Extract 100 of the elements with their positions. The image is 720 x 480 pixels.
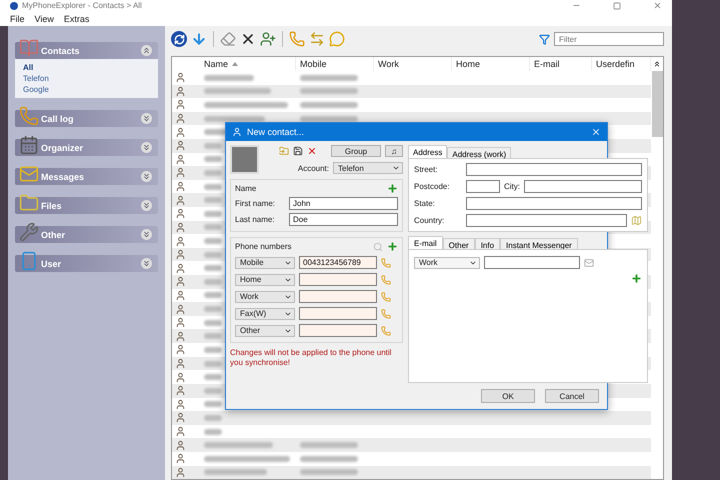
blurred-text xyxy=(204,333,222,340)
book-icon xyxy=(19,38,39,58)
map-icon[interactable] xyxy=(631,215,642,226)
address-field[interactable] xyxy=(466,180,500,193)
phone-type-dropdown[interactable]: Home xyxy=(235,274,295,286)
contact-icon xyxy=(175,154,186,165)
wrench-icon xyxy=(19,222,39,242)
phone-icon[interactable] xyxy=(381,326,391,336)
expand-icon[interactable] xyxy=(141,171,152,182)
blurred-text xyxy=(204,360,222,366)
filter-icon xyxy=(539,34,550,44)
save-icon[interactable] xyxy=(293,146,303,156)
add-icon[interactable] xyxy=(387,183,398,194)
contact-icon xyxy=(175,317,186,328)
envelope-icon[interactable] xyxy=(584,258,594,268)
close-icon[interactable] xyxy=(653,1,662,10)
field-label: Country: xyxy=(414,216,446,225)
address-field[interactable] xyxy=(466,163,642,176)
contact-icon xyxy=(175,385,186,396)
collapse-icon[interactable] xyxy=(141,45,152,56)
contact-icon xyxy=(175,440,186,451)
sync-icon[interactable] xyxy=(309,31,325,47)
blurred-text xyxy=(204,224,222,230)
add-icon[interactable] xyxy=(387,241,398,252)
ok-button[interactable]: OK xyxy=(481,389,535,403)
sidebar-item[interactable]: All xyxy=(23,63,150,72)
app-icon xyxy=(10,2,18,10)
phone-icon[interactable] xyxy=(381,274,391,284)
contact-icon xyxy=(175,276,186,288)
blurred-text xyxy=(204,414,222,421)
expand-icon[interactable] xyxy=(141,113,152,124)
ringtone-button[interactable]: ♫ xyxy=(385,145,403,157)
phone-type-dropdown[interactable]: Other xyxy=(235,324,295,336)
warning-text: Changes will not be applied to the phone until you synchronise! xyxy=(230,348,392,368)
field-label: Last name: xyxy=(235,215,276,224)
phone-icon[interactable] xyxy=(381,308,391,318)
phone-type-dropdown[interactable]: Fax(W) xyxy=(235,308,295,320)
scrollbar-thumb[interactable] xyxy=(652,71,663,137)
tab[interactable]: E-mail xyxy=(408,236,443,249)
folder-icon xyxy=(19,193,39,213)
address-field[interactable] xyxy=(466,197,642,210)
filter-field[interactable]: Filter xyxy=(554,32,664,46)
maximize-icon[interactable] xyxy=(613,2,621,10)
blurred-text xyxy=(300,456,358,462)
group-button[interactable]: Group xyxy=(331,145,381,157)
email-type-dropdown[interactable]: Work xyxy=(414,256,480,268)
menu-item[interactable]: View xyxy=(34,14,54,24)
phone-icon[interactable] xyxy=(289,31,305,47)
phone-icon[interactable] xyxy=(381,258,391,268)
dialog-title: New contact... xyxy=(247,127,306,137)
contact-icon xyxy=(175,358,186,369)
sidebar-item[interactable]: Google xyxy=(23,85,150,94)
phone-field[interactable] xyxy=(299,273,377,286)
blurred-text xyxy=(204,401,222,408)
email-field[interactable] xyxy=(484,256,580,269)
refresh-icon[interactable] xyxy=(171,31,187,47)
menu-item[interactable]: File xyxy=(10,14,25,24)
expand-icon[interactable] xyxy=(141,200,152,211)
address-field[interactable] xyxy=(524,180,642,193)
tab[interactable]: Info xyxy=(474,238,500,249)
contact-icon xyxy=(175,126,186,138)
tab[interactable]: Instant Messenger xyxy=(500,238,578,249)
expand-icon[interactable] xyxy=(141,142,152,153)
blurred-text xyxy=(204,252,222,258)
close-icon[interactable] xyxy=(591,127,601,137)
delete-icon[interactable] xyxy=(240,31,256,47)
expand-icon[interactable] xyxy=(141,258,152,269)
blurred-text xyxy=(204,74,254,81)
first-name-field[interactable]: John xyxy=(289,197,398,210)
phone-type-dropdown[interactable]: Mobile xyxy=(235,256,295,268)
cancel-button[interactable]: Cancel xyxy=(545,389,599,403)
blurred-text xyxy=(204,346,222,353)
phone-field[interactable] xyxy=(299,290,377,303)
blurred-text xyxy=(204,306,222,312)
phone-icon xyxy=(19,106,39,126)
account-dropdown[interactable]: Telefon xyxy=(333,162,403,174)
tab[interactable]: Address xyxy=(408,145,448,158)
add-contact-icon[interactable] xyxy=(260,31,276,47)
phone-field[interactable]: 0043123456789 xyxy=(299,256,377,269)
sidebar-item[interactable]: Telefon xyxy=(23,74,150,83)
add-icon[interactable] xyxy=(631,273,642,284)
blurred-text xyxy=(204,442,273,448)
contact-icon xyxy=(175,208,186,220)
blurred-text xyxy=(204,292,222,298)
sort-icon xyxy=(232,62,238,66)
menu-item[interactable]: Extras xyxy=(64,14,90,24)
field-label: Postcode: xyxy=(414,182,451,191)
address-field[interactable] xyxy=(466,214,627,227)
tab[interactable]: Other xyxy=(442,238,475,249)
phone-field[interactable] xyxy=(299,307,377,320)
phone-type-dropdown[interactable]: Work xyxy=(235,290,295,302)
folder-icon[interactable] xyxy=(279,146,289,156)
last-name-field[interactable]: Doe xyxy=(289,213,398,226)
expand-icon[interactable] xyxy=(141,229,152,240)
contact-icon xyxy=(175,330,186,342)
phone-field[interactable] xyxy=(299,324,377,337)
field-label: State: xyxy=(414,199,436,208)
phone-icon[interactable] xyxy=(381,292,391,302)
blurred-text xyxy=(204,320,222,326)
tab[interactable]: Address (work) xyxy=(447,147,512,158)
